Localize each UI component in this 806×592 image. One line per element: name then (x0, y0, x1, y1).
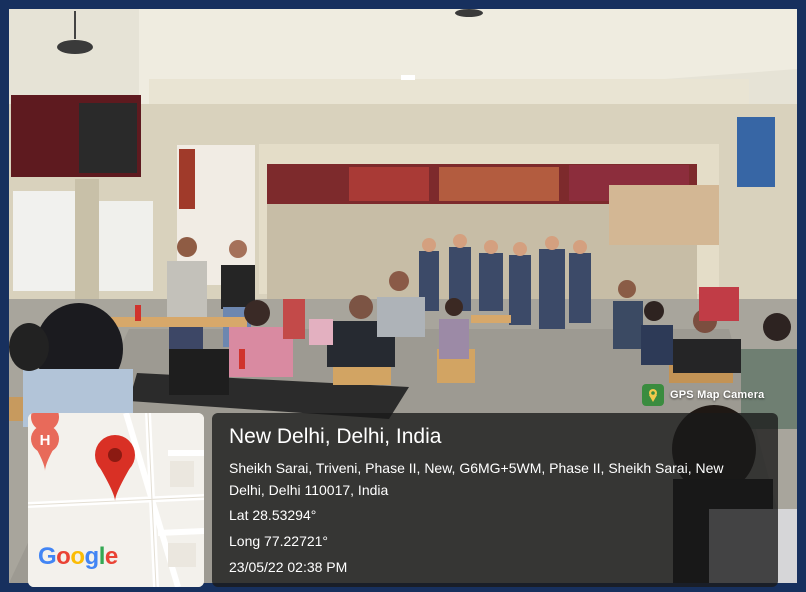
google-letter: o (70, 543, 85, 570)
location-title: New Delhi, Delhi, India (229, 425, 442, 448)
location-address: Sheikh Sarai, Triveni, Phase II, New, G6… (229, 460, 724, 498)
gps-map-camera-badge: GPS Map Camera (636, 380, 776, 410)
hotel-marker-letter: H (40, 432, 51, 449)
gps-map-camera-icon (642, 384, 664, 406)
longitude-text: Long 77.22721° (229, 533, 329, 549)
google-letter: G (38, 543, 57, 570)
photo-frame: GPS Map Camera H Google New Delhi, Delhi… (0, 0, 806, 592)
timestamp-text: 23/05/22 02:38 PM (229, 559, 348, 575)
gps-map-camera-label: GPS Map Camera (670, 389, 765, 401)
map-thumbnail: H Google (28, 413, 204, 587)
google-letter: e (104, 543, 118, 570)
google-letter: o (56, 543, 71, 570)
location-card: New Delhi, Delhi, India Sheikh Sarai, Tr… (212, 413, 778, 587)
latitude-text: Lat 28.53294° (229, 507, 317, 523)
google-letter: g (84, 543, 100, 570)
google-logo: Google (38, 543, 118, 571)
